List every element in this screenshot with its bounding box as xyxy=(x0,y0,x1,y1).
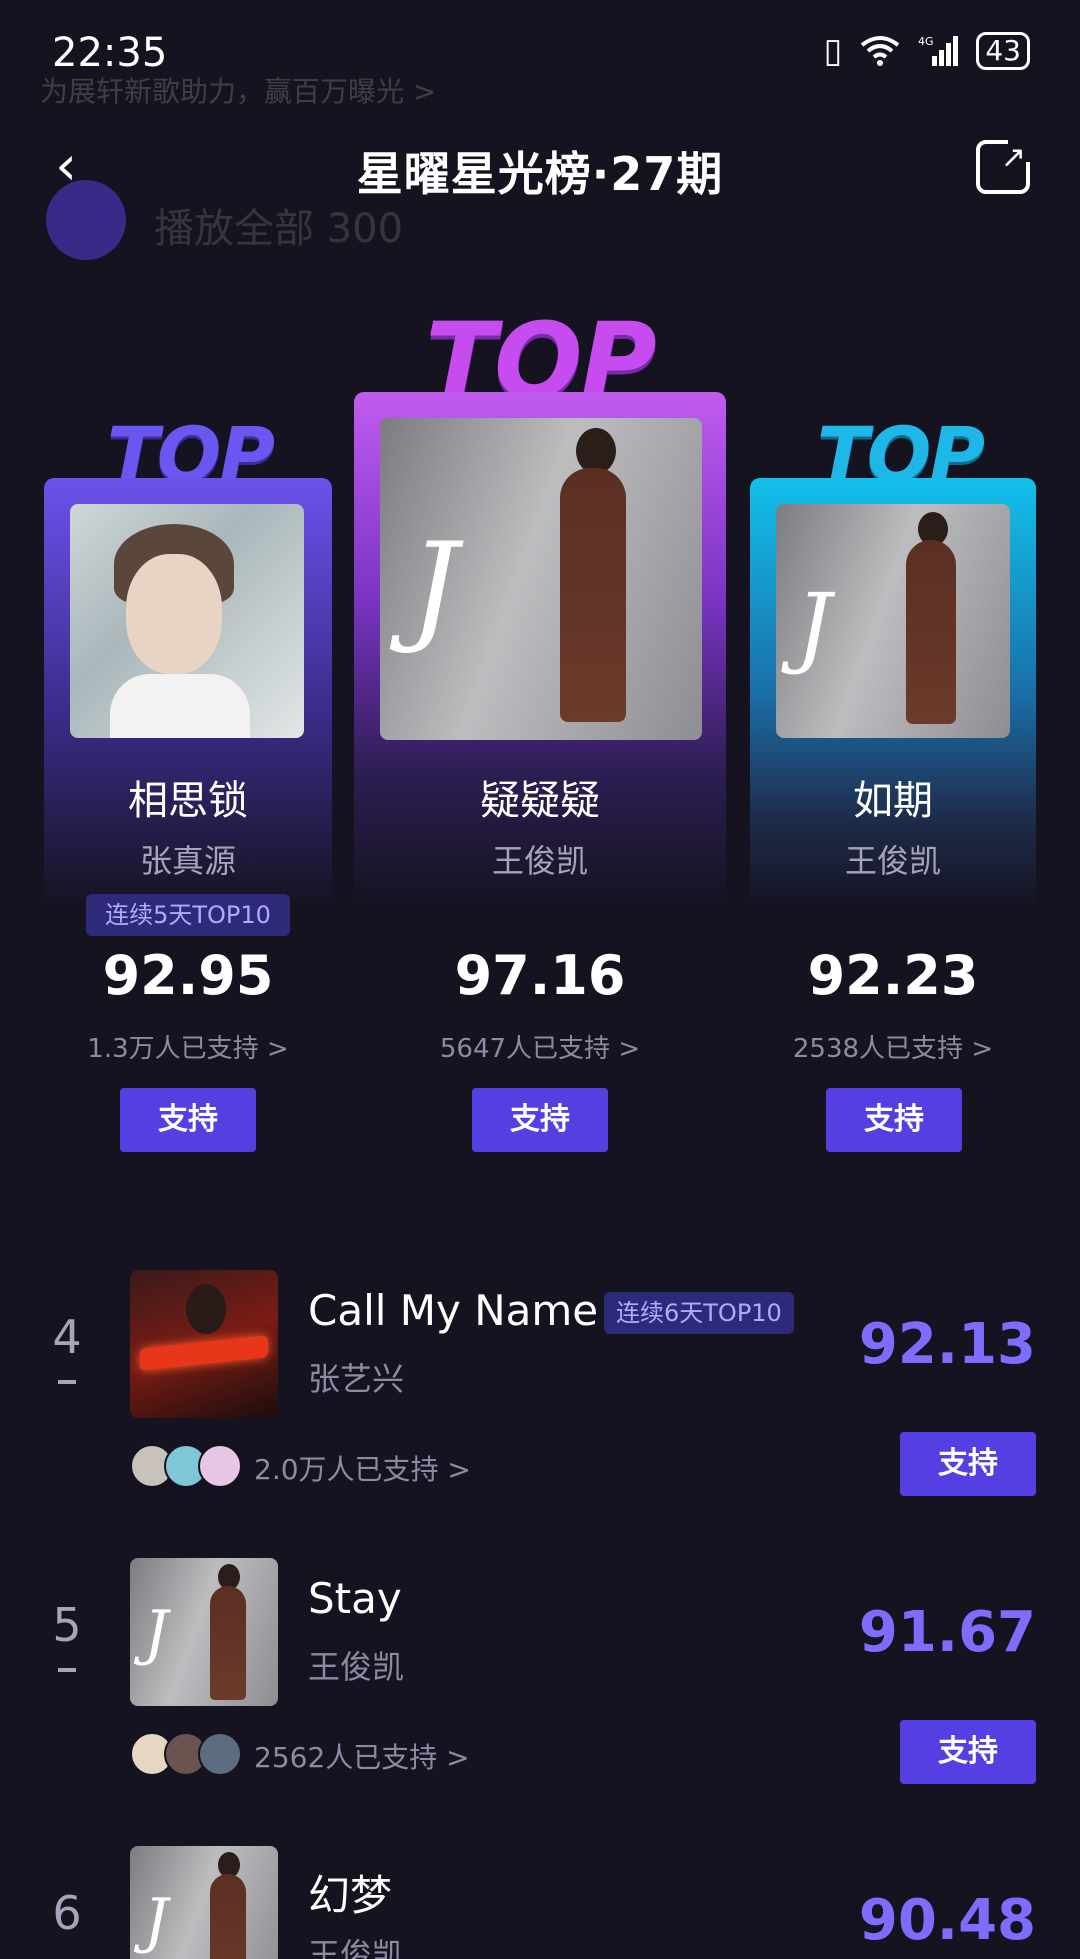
cover-art xyxy=(186,1284,226,1334)
vibrate-icon: ▯ xyxy=(823,31,843,71)
podium-title-1[interactable]: 疑疑疑 xyxy=(354,768,726,826)
song-supporters[interactable]: 2562人已支持 > xyxy=(254,1736,470,1776)
rank-change-icon xyxy=(58,1668,76,1672)
podium-score-2: 92.95 xyxy=(102,944,274,1007)
support-button-1[interactable]: 支持 xyxy=(472,1088,608,1152)
podium-title-3[interactable]: 如期 xyxy=(750,768,1036,826)
song-title[interactable]: Stay xyxy=(308,1574,402,1623)
podium-title-2[interactable]: 相思锁 xyxy=(44,768,332,826)
battery-icon: 43 xyxy=(976,32,1030,70)
page-title: 星曜星光榜·27期 xyxy=(356,147,724,201)
album-cover[interactable]: J xyxy=(130,1846,278,1959)
avatar xyxy=(198,1732,242,1776)
signal-icon: 4G xyxy=(918,35,959,66)
podium-artist-3: 王俊凯 xyxy=(844,842,941,880)
share-button[interactable]: ↗ xyxy=(976,138,1032,194)
chart-row[interactable]: 6 J 幻梦 王俊凯 90.48 xyxy=(0,1846,1080,1959)
album-cover[interactable]: J xyxy=(380,418,702,740)
status-icons: ▯ 4G 43 xyxy=(824,32,1030,70)
cover-art: J xyxy=(796,574,832,677)
cover-art: J xyxy=(144,1598,169,1668)
share-icon: ↗ xyxy=(1000,140,1026,175)
cover-art: J xyxy=(410,518,459,657)
header: ‹ 星曜星光榜·27期 ↗ xyxy=(0,130,1080,210)
network-type: 4G xyxy=(918,35,934,48)
song-title[interactable]: Call My Name xyxy=(308,1286,598,1335)
cover-art xyxy=(560,468,626,722)
podium-score-3: 92.23 xyxy=(807,944,979,1007)
podium-supporters-3[interactable]: 2538人已支持 > xyxy=(750,1028,1036,1065)
song-score: 92.13 xyxy=(858,1312,1036,1377)
song-supporters[interactable]: 2.0万人已支持 > xyxy=(254,1448,471,1488)
album-cover[interactable]: J xyxy=(776,504,1010,738)
supporter-avatars xyxy=(130,1732,242,1776)
support-button[interactable]: 支持 xyxy=(900,1720,1036,1784)
cover-art: J xyxy=(144,1886,169,1956)
album-cover[interactable]: J xyxy=(130,1558,278,1706)
album-cover[interactable] xyxy=(130,1270,278,1418)
song-score: 90.48 xyxy=(858,1888,1036,1953)
song-artist: 张艺兴 xyxy=(308,1360,405,1398)
cover-art xyxy=(140,1335,268,1371)
cover-art xyxy=(110,674,250,738)
podium-supporters-2[interactable]: 1.3万人已支持 > xyxy=(44,1028,332,1065)
rank-number: 4 xyxy=(52,1310,82,1364)
podium-supporters-1[interactable]: 5647人已支持 > xyxy=(354,1028,726,1065)
support-button-2[interactable]: 支持 xyxy=(120,1088,256,1152)
chart-row[interactable]: 5 J Stay 王俊凯 91.67 2562人已支持 > 支持 xyxy=(0,1558,1080,1828)
song-title[interactable]: 幻梦 xyxy=(308,1862,392,1923)
podium-artist-2: 张真源 xyxy=(139,842,236,880)
rank-change-icon xyxy=(58,1380,76,1384)
avatar xyxy=(198,1444,242,1488)
song-artist: 王俊凯 xyxy=(308,1936,405,1959)
cover-art xyxy=(210,1874,246,1959)
background-banner: 为展轩新歌助力，赢百万曝光 > xyxy=(40,75,437,108)
album-cover[interactable] xyxy=(70,504,304,738)
cover-art xyxy=(126,554,222,674)
cover-art xyxy=(210,1586,246,1700)
wifi-icon xyxy=(861,36,900,66)
podium-score-1: 97.16 xyxy=(454,944,626,1007)
cover-art xyxy=(906,540,956,724)
rank-number: 6 xyxy=(52,1886,82,1940)
streak-badge: 连续5天TOP10 xyxy=(86,894,290,936)
podium-artist-1: 王俊凯 xyxy=(491,842,588,880)
chart-row[interactable]: 4 Call My Name 连续6天TOP10 张艺兴 92.13 2.0万人… xyxy=(0,1270,1080,1540)
streak-badge: 连续6天TOP10 xyxy=(604,1292,794,1334)
support-button[interactable]: 支持 xyxy=(900,1432,1036,1496)
song-artist: 王俊凯 xyxy=(308,1648,405,1686)
support-button-3[interactable]: 支持 xyxy=(826,1088,962,1152)
rank-number: 5 xyxy=(52,1598,82,1652)
supporter-avatars xyxy=(130,1444,242,1488)
song-score: 91.67 xyxy=(858,1600,1036,1665)
